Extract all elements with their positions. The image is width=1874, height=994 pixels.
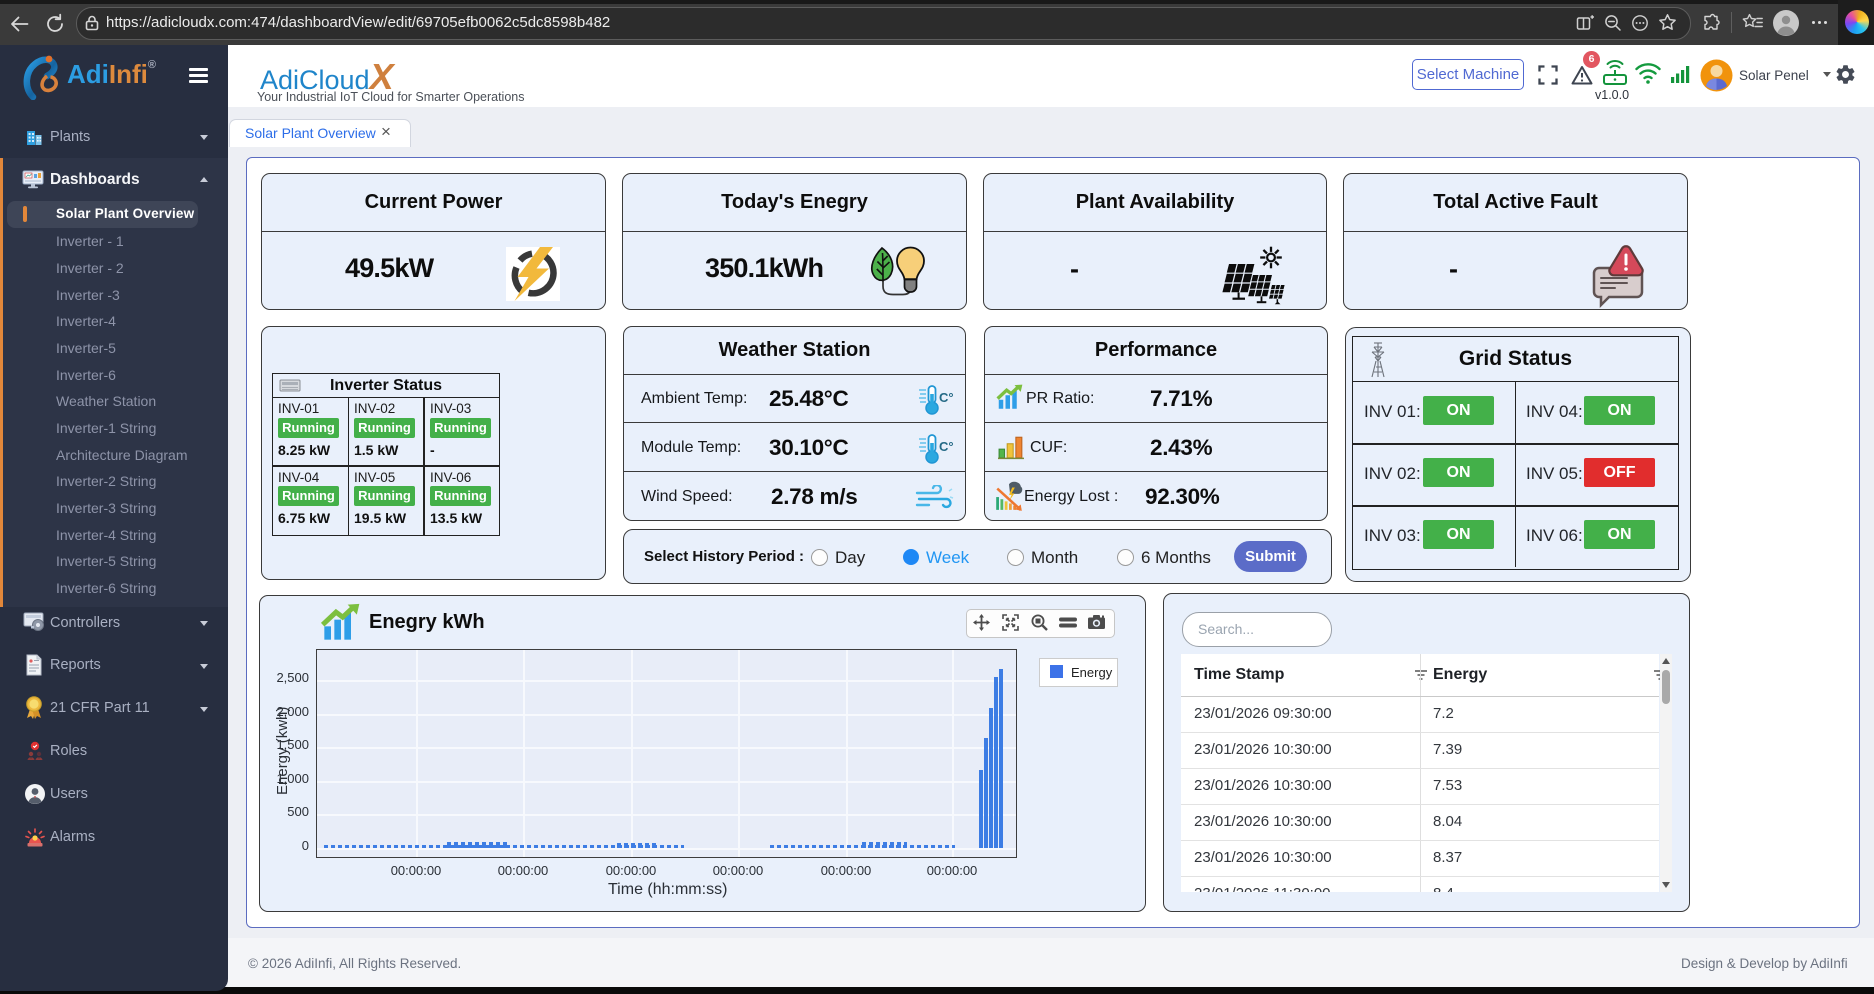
svg-text:C°: C°: [939, 390, 954, 405]
svg-text:C°: C°: [939, 439, 954, 454]
